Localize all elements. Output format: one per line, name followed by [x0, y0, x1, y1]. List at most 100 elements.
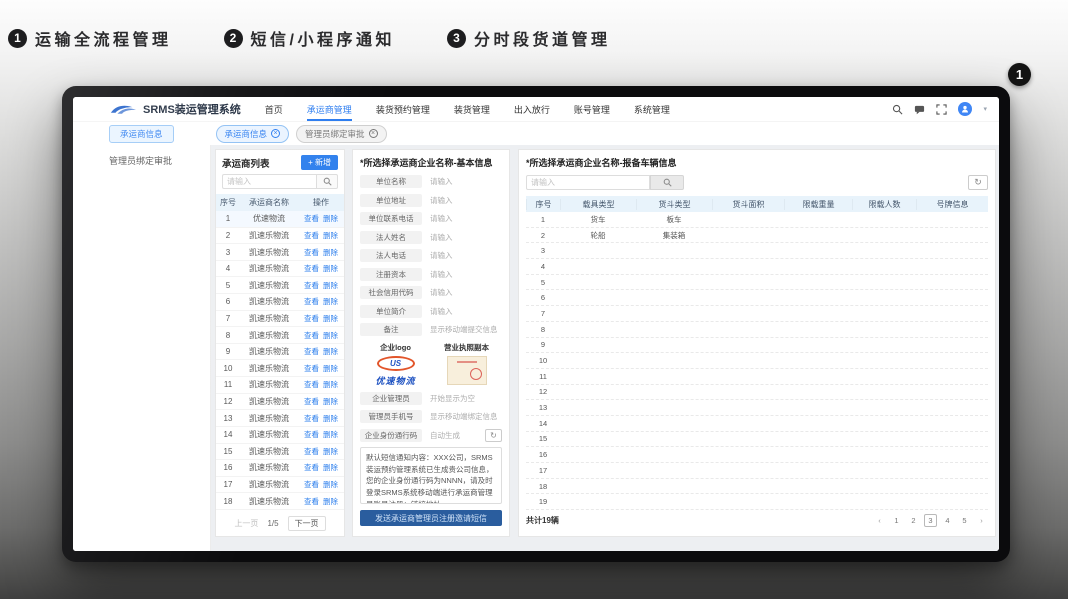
carrier-table-row[interactable]: 8凯速乐物流查看删除 — [216, 327, 344, 344]
delete-link[interactable]: 删除 — [323, 297, 338, 306]
passcode-row: 企业身份通行码 自动生成 ↻ — [360, 429, 502, 442]
delete-link[interactable]: 删除 — [323, 347, 338, 356]
nav-item-6[interactable]: 系统管理 — [634, 97, 670, 121]
carrier-row-seq: 18 — [216, 497, 240, 506]
carrier-table-row[interactable]: 10凯速乐物流查看删除 — [216, 360, 344, 377]
prev-page-icon[interactable]: ‹ — [873, 514, 886, 527]
delete-link[interactable]: 删除 — [323, 281, 338, 290]
vehicle-refresh-icon[interactable]: ↻ — [968, 175, 988, 190]
nav-item-1[interactable]: 承运商管理 — [307, 97, 352, 121]
view-link[interactable]: 查看 — [304, 214, 319, 223]
delete-link[interactable]: 删除 — [323, 214, 338, 223]
delete-link[interactable]: 删除 — [323, 430, 338, 439]
view-link[interactable]: 查看 — [304, 380, 319, 389]
tab-0[interactable]: 承运商信息× — [216, 125, 290, 143]
carrier-list-title: 承运商列表 — [222, 156, 270, 170]
carrier-search-input[interactable] — [222, 174, 316, 189]
vehicle-search-button[interactable] — [650, 175, 684, 190]
carrier-table-row[interactable]: 13凯速乐物流查看删除 — [216, 410, 344, 427]
carrier-table-row[interactable]: 4凯速乐物流查看删除 — [216, 261, 344, 278]
carrier-table-row[interactable]: 11凯速乐物流查看删除 — [216, 377, 344, 394]
nav-item-0[interactable]: 首页 — [265, 97, 283, 121]
view-link[interactable]: 查看 — [304, 264, 319, 273]
view-link[interactable]: 查看 — [304, 331, 319, 340]
prev-page-button[interactable]: 上一页 — [234, 518, 258, 529]
sms-template-text[interactable]: 默认短信通知内容：XXX公司，SRMS装运预约管理系统已生成贵公司信息，您的企业… — [360, 447, 502, 504]
send-invite-sms-button[interactable]: 发送承运商管理员注册邀请短信 — [360, 510, 502, 526]
sidebar-item-carrier-info[interactable]: 承运商信息 — [109, 125, 174, 143]
carrier-table-row[interactable]: 12凯速乐物流查看删除 — [216, 394, 344, 411]
nav-item-3[interactable]: 装货管理 — [454, 97, 490, 121]
carrier-table-row[interactable]: 16凯速乐物流查看删除 — [216, 460, 344, 477]
nav-item-5[interactable]: 账号管理 — [574, 97, 610, 121]
carrier-search-button[interactable] — [316, 174, 338, 189]
carrier-row-seq: 5 — [216, 281, 240, 290]
carrier-table-row[interactable]: 15凯速乐物流查看删除 — [216, 444, 344, 461]
view-link[interactable]: 查看 — [304, 497, 319, 506]
view-link[interactable]: 查看 — [304, 347, 319, 356]
business-license-image[interactable] — [447, 356, 487, 385]
page-button-2[interactable]: 2 — [907, 514, 920, 527]
delete-link[interactable]: 删除 — [323, 331, 338, 340]
next-page-button[interactable]: 下一页 — [288, 516, 326, 531]
view-link[interactable]: 查看 — [304, 281, 319, 290]
caret-down-icon[interactable]: ▾ — [983, 105, 987, 113]
delete-link[interactable]: 删除 — [323, 264, 338, 273]
view-link[interactable]: 查看 — [304, 397, 319, 406]
sub-header: 承运商信息 承运商信息× 管理员绑定审批× — [73, 122, 999, 145]
carrier-table-row[interactable]: 7凯速乐物流查看删除 — [216, 311, 344, 328]
message-icon[interactable] — [914, 104, 925, 115]
next-page-icon[interactable]: › — [975, 514, 988, 527]
view-link[interactable]: 查看 — [304, 364, 319, 373]
fullscreen-icon[interactable] — [936, 104, 947, 115]
vehicle-cell-seq: 4 — [526, 262, 560, 271]
page-button-5[interactable]: 5 — [958, 514, 971, 527]
delete-link[interactable]: 删除 — [323, 248, 338, 257]
carrier-table-row[interactable]: 1优速物流查看删除 — [216, 211, 344, 228]
search-icon[interactable] — [892, 104, 903, 115]
view-link[interactable]: 查看 — [304, 297, 319, 306]
view-link[interactable]: 查看 — [304, 231, 319, 240]
delete-link[interactable]: 删除 — [323, 414, 338, 423]
carrier-table-row[interactable]: 18凯速乐物流查看删除 — [216, 493, 344, 510]
view-link[interactable]: 查看 — [304, 480, 319, 489]
carrier-table-body: 1优速物流查看删除2凯速乐物流查看删除3凯速乐物流查看删除4凯速乐物流查看删除5… — [216, 211, 344, 510]
delete-link[interactable]: 删除 — [323, 463, 338, 472]
view-link[interactable]: 查看 — [304, 314, 319, 323]
close-icon[interactable]: × — [369, 129, 378, 138]
page-button-3[interactable]: 3 — [924, 514, 937, 527]
carrier-table-row[interactable]: 14凯速乐物流查看删除 — [216, 427, 344, 444]
passcode-refresh-icon[interactable]: ↻ — [485, 429, 502, 442]
delete-link[interactable]: 删除 — [323, 397, 338, 406]
view-link[interactable]: 查看 — [304, 248, 319, 257]
carrier-table-row[interactable]: 17凯速乐物流查看删除 — [216, 477, 344, 494]
delete-link[interactable]: 删除 — [323, 364, 338, 373]
carrier-row-seq: 17 — [216, 480, 240, 489]
carrier-table-row[interactable]: 9凯速乐物流查看删除 — [216, 344, 344, 361]
delete-link[interactable]: 删除 — [323, 447, 338, 456]
tab-1[interactable]: 管理员绑定审批× — [296, 125, 387, 143]
close-icon[interactable]: × — [271, 129, 280, 138]
delete-link[interactable]: 删除 — [323, 380, 338, 389]
avatar[interactable] — [958, 102, 972, 116]
view-link[interactable]: 查看 — [304, 447, 319, 456]
add-carrier-button[interactable]: + 新增 — [301, 155, 338, 170]
view-link[interactable]: 查看 — [304, 463, 319, 472]
delete-link[interactable]: 删除 — [323, 497, 338, 506]
nav-item-2[interactable]: 装货预约管理 — [376, 97, 430, 121]
carrier-table-row[interactable]: 3凯速乐物流查看删除 — [216, 244, 344, 261]
carrier-table-row[interactable]: 5凯速乐物流查看删除 — [216, 277, 344, 294]
delete-link[interactable]: 删除 — [323, 480, 338, 489]
page-button-1[interactable]: 1 — [890, 514, 903, 527]
view-link[interactable]: 查看 — [304, 430, 319, 439]
carrier-row-seq: 9 — [216, 347, 240, 356]
sidebar-item-admin-binding-approval[interactable]: 管理员绑定审批 — [73, 145, 210, 167]
nav-item-4[interactable]: 出入放行 — [514, 97, 550, 121]
view-link[interactable]: 查看 — [304, 414, 319, 423]
carrier-table-row[interactable]: 6凯速乐物流查看删除 — [216, 294, 344, 311]
delete-link[interactable]: 删除 — [323, 231, 338, 240]
carrier-table-row[interactable]: 2凯速乐物流查看删除 — [216, 228, 344, 245]
vehicle-search-input[interactable] — [526, 175, 650, 190]
page-button-4[interactable]: 4 — [941, 514, 954, 527]
delete-link[interactable]: 删除 — [323, 314, 338, 323]
